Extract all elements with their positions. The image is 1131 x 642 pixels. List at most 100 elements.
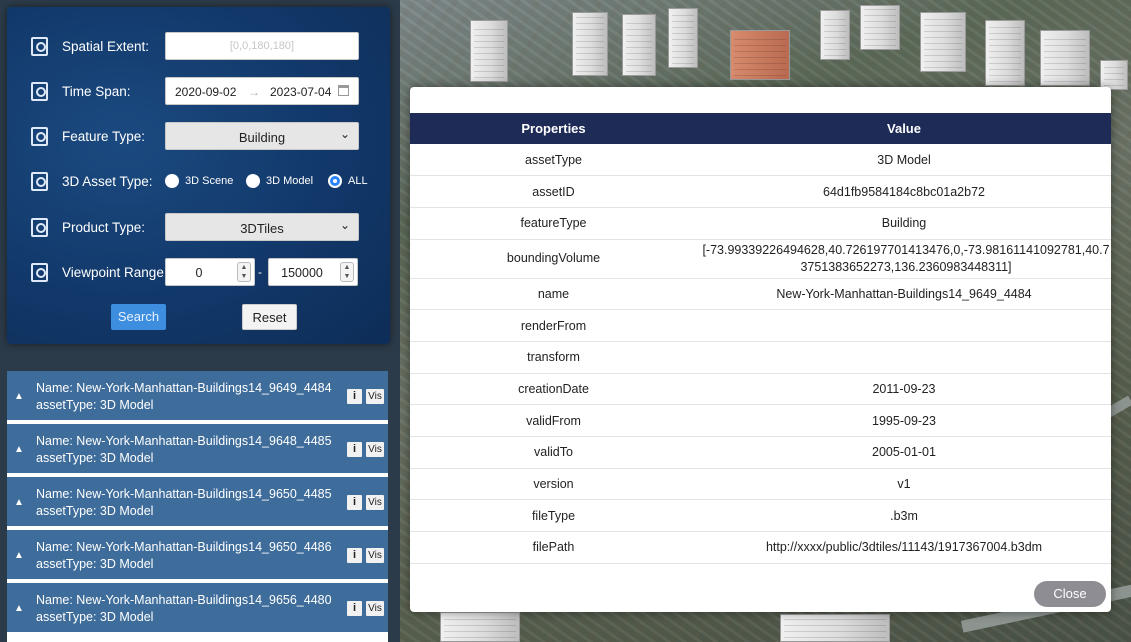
result-name: Name: New-York-Manhattan-Buildings14_965…	[36, 487, 332, 501]
radio-button[interactable]	[165, 174, 179, 188]
result-asset-type: assetType: 3D Model	[36, 451, 154, 465]
time-span-label: Time Span:	[62, 84, 131, 99]
property-value: [-73.99339226494628,40.726197701413476,0…	[697, 239, 1111, 279]
map-building	[470, 20, 508, 82]
visualize-button[interactable]: Vis	[366, 601, 384, 616]
property-value	[697, 341, 1111, 374]
info-button[interactable]: i	[347, 442, 362, 457]
info-button[interactable]: i	[347, 601, 362, 616]
map-building	[1040, 30, 1090, 86]
property-key: assetType	[410, 144, 697, 177]
results-list[interactable]: ▲ Name: New-York-Manhattan-Buildings14_9…	[7, 371, 388, 642]
map-pin-icon	[31, 37, 48, 56]
chevron-down-icon: ⌄	[339, 218, 350, 232]
visualize-button[interactable]: Vis	[366, 548, 384, 563]
info-button[interactable]: i	[347, 389, 362, 404]
property-key: validTo	[410, 436, 697, 469]
start-date[interactable]: 2020-09-02	[175, 85, 236, 99]
time-span-row: Time Span: 2020-09-02 → 2023-07-04	[7, 77, 390, 107]
asset-type-radio-group: 3D Scene 3D Model ALL	[165, 173, 380, 193]
close-button[interactable]: Close	[1034, 581, 1106, 607]
map-building	[572, 12, 608, 76]
viewpoint-max-value: 150000	[281, 266, 323, 280]
calendar-picker-icon[interactable]	[338, 85, 349, 96]
property-value: 2005-01-01	[697, 436, 1111, 469]
table-row: version v1	[410, 468, 1111, 501]
feature-type-label: Feature Type:	[62, 129, 146, 144]
feature-type-value: Building	[238, 130, 286, 145]
range-separator: -	[258, 265, 262, 279]
property-value: New-York-Manhattan-Buildings14_9649_4484	[697, 278, 1111, 311]
spatial-extent-input[interactable]: [0,0,180,180]	[165, 32, 359, 60]
map-building	[820, 10, 850, 60]
list-item[interactable]: ▲ Name: New-York-Manhattan-Buildings14_9…	[7, 424, 388, 475]
list-item[interactable]: ▲ Name: New-York-Manhattan-Buildings14_9…	[7, 371, 388, 422]
table-row: validFrom 1995-09-23	[410, 404, 1111, 437]
properties-column-header: Properties	[410, 113, 697, 144]
map-building	[1100, 60, 1128, 90]
number-spinner-icon[interactable]: ▲ ▼	[340, 262, 354, 282]
table-header-row: Properties Value	[410, 113, 1111, 144]
table-row: creationDate 2011-09-23	[410, 373, 1111, 406]
feature-icon	[31, 127, 48, 146]
product-icon	[31, 218, 48, 237]
property-value: v1	[697, 468, 1111, 501]
result-asset-type: assetType: 3D Model	[36, 557, 154, 571]
property-key: name	[410, 278, 697, 311]
visualize-button[interactable]: Vis	[366, 389, 384, 404]
viewpoint-min-value: 0	[195, 266, 203, 280]
property-value: 64d1fb9584184c8bc01a2b72	[697, 175, 1111, 208]
reset-button[interactable]: Reset	[242, 304, 297, 330]
table-row: assetID 64d1fb9584184c8bc01a2b72	[410, 175, 1111, 208]
property-key: transform	[410, 341, 697, 374]
list-item[interactable]: ▲ Name: New-York-Manhattan-Buildings14_9…	[7, 530, 388, 581]
property-key: filePath	[410, 531, 697, 564]
property-key: version	[410, 468, 697, 501]
spatial-extent-row: Spatial Extent: [0,0,180,180]	[7, 32, 390, 62]
asset-type-label: 3D Asset Type:	[62, 174, 153, 189]
end-date[interactable]: 2023-07-04	[270, 85, 331, 99]
number-spinner-icon[interactable]: ▲ ▼	[237, 262, 251, 282]
sitemap-icon: ▲	[14, 550, 24, 561]
list-item[interactable]: ▲ Name: New-York-Manhattan-Buildings14_9…	[7, 583, 388, 634]
properties-table: Properties Value assetType 3D Model asse…	[410, 113, 1111, 564]
list-item[interactable]: ▲ Name: New-York-Manhattan-Buildings14_9…	[7, 477, 388, 528]
viewpoint-min-input[interactable]: 0 ▲ ▼	[165, 258, 255, 286]
spatial-extent-label: Spatial Extent:	[62, 39, 150, 54]
table-row: assetType 3D Model	[410, 144, 1111, 177]
table-row: featureType Building	[410, 207, 1111, 240]
radio-button[interactable]	[246, 174, 260, 188]
map-building	[985, 20, 1025, 86]
product-type-select[interactable]: 3DTiles ⌄	[165, 213, 359, 241]
visualize-button[interactable]: Vis	[366, 495, 384, 510]
property-value: 3D Model	[697, 144, 1111, 177]
result-asset-type: assetType: 3D Model	[36, 504, 154, 518]
radio-label: ALL	[348, 175, 368, 187]
feature-type-select[interactable]: Building ⌄	[165, 122, 359, 150]
sitemap-icon: ▲	[14, 497, 24, 508]
range-arrow-icon: →	[248, 85, 260, 99]
result-asset-type: assetType: 3D Model	[36, 398, 154, 412]
map-building	[668, 8, 698, 68]
properties-dialog: Properties Value assetType 3D Model asse…	[410, 87, 1111, 612]
viewpoint-max-input[interactable]: 150000 ▲ ▼	[268, 258, 358, 286]
map-building	[622, 14, 656, 76]
time-span-range-picker[interactable]: 2020-09-02 → 2023-07-04	[165, 77, 359, 105]
property-value: .b3m	[697, 499, 1111, 533]
radio-label: 3D Scene	[185, 175, 234, 187]
spatial-extent-placeholder: [0,0,180,180]	[229, 40, 295, 52]
radio-button-selected[interactable]	[328, 174, 342, 188]
property-value: http://xxxx/public/3dtiles/11143/1917367…	[697, 531, 1111, 564]
table-row: transform	[410, 341, 1111, 374]
value-column-header: Value	[697, 113, 1111, 144]
info-button[interactable]: i	[347, 495, 362, 510]
property-value	[697, 309, 1111, 342]
table-row: filePath http://xxxx/public/3dtiles/1114…	[410, 531, 1111, 564]
product-type-value: 3DTiles	[240, 221, 284, 236]
property-value: 2011-09-23	[697, 373, 1111, 406]
info-button[interactable]: i	[347, 548, 362, 563]
visualize-button[interactable]: Vis	[366, 442, 384, 457]
property-key: creationDate	[410, 373, 697, 406]
property-key: renderFrom	[410, 309, 697, 342]
search-button[interactable]: Search	[111, 304, 166, 330]
